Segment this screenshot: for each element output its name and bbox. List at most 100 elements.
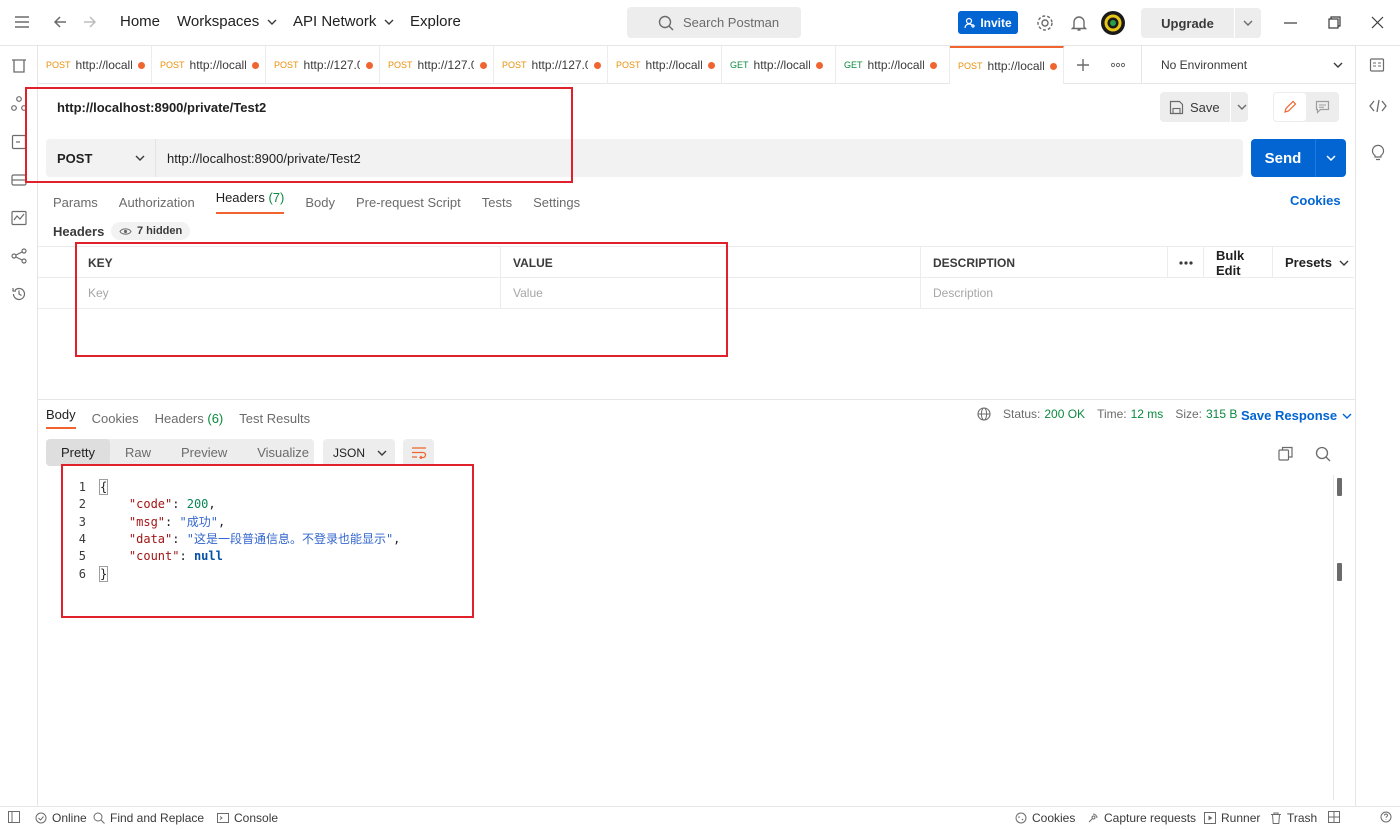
back-arrow-icon[interactable] xyxy=(53,15,67,29)
scrollbar-thumb[interactable] xyxy=(1337,478,1342,496)
avatar[interactable] xyxy=(1101,11,1125,35)
format-type-select[interactable]: JSON xyxy=(323,439,395,466)
close-icon[interactable] xyxy=(1371,16,1384,29)
upgrade-button[interactable]: Upgrade xyxy=(1141,8,1261,38)
tab-url: http://127.0 xyxy=(531,58,588,72)
request-tab[interactable]: POST http://localh xyxy=(608,46,722,84)
history-icon[interactable] xyxy=(11,286,27,302)
unsaved-dot-icon xyxy=(593,61,601,69)
gear-icon[interactable] xyxy=(1036,14,1054,32)
presets-dropdown[interactable]: Presets xyxy=(1273,247,1354,278)
request-tab[interactable]: POST http://localh xyxy=(38,46,152,84)
status-value[interactable]: 200 OK xyxy=(1044,407,1085,421)
tab-url: http://localhc xyxy=(753,58,810,72)
runner-button[interactable]: Runner xyxy=(1204,811,1260,825)
presets-label: Presets xyxy=(1285,255,1332,270)
environment-quick-look-icon[interactable] xyxy=(1369,57,1385,73)
online-status[interactable]: Online xyxy=(35,811,87,825)
tab-authorization[interactable]: Authorization xyxy=(119,195,195,210)
tab-headers[interactable]: Headers (7) xyxy=(215,190,285,214)
cookies-link[interactable]: Cookies xyxy=(1290,193,1341,208)
collections-icon[interactable] xyxy=(11,58,27,74)
tab-pre-request-script[interactable]: Pre-request Script xyxy=(356,195,461,210)
copy-icon[interactable] xyxy=(1278,446,1293,461)
format-pretty[interactable]: Pretty xyxy=(46,439,110,466)
header-description-input[interactable]: Description xyxy=(921,277,1354,308)
tab-body[interactable]: Body xyxy=(305,195,335,210)
request-tab[interactable]: POST http://127.0 xyxy=(380,46,494,84)
tab-params[interactable]: Params xyxy=(53,195,98,210)
trash-button[interactable]: Trash xyxy=(1270,811,1317,825)
console-label: Console xyxy=(234,811,279,825)
capture-icon xyxy=(1088,813,1098,823)
tab-tests[interactable]: Tests xyxy=(482,195,512,210)
flows-icon[interactable] xyxy=(11,248,27,264)
forward-arrow-icon[interactable] xyxy=(83,15,97,29)
code-icon[interactable] xyxy=(1369,99,1387,113)
layout-toggle-icon[interactable] xyxy=(1328,811,1340,823)
chevron-down-icon[interactable] xyxy=(1237,104,1247,110)
nav-home[interactable]: Home xyxy=(120,13,160,30)
wrap-lines-button[interactable] xyxy=(403,439,434,466)
runner-icon xyxy=(1204,812,1216,824)
response-tab-cookies[interactable]: Cookies xyxy=(92,411,139,426)
more-options-icon[interactable] xyxy=(1168,247,1204,278)
edit-pencil-icon[interactable] xyxy=(1274,93,1306,121)
comments-icon[interactable] xyxy=(1306,93,1338,121)
time-label: Time: xyxy=(1097,407,1127,421)
lightbulb-icon[interactable] xyxy=(1370,143,1386,161)
new-tab-plus-icon[interactable] xyxy=(1076,58,1090,72)
response-tab-test-results[interactable]: Test Results xyxy=(239,411,310,426)
send-button[interactable]: Send xyxy=(1251,139,1346,177)
scrollbar-thumb[interactable] xyxy=(1337,563,1342,581)
format-visualize[interactable]: Visualize xyxy=(242,439,324,466)
status-label: Status: xyxy=(1003,407,1041,421)
console-button[interactable]: Console xyxy=(217,811,278,825)
request-tab[interactable]: GET http://localhc xyxy=(836,46,950,84)
nav-api-network[interactable]: API Network xyxy=(293,13,394,30)
request-tab[interactable]: POST http://127.0 xyxy=(266,46,380,84)
monitors-icon[interactable] xyxy=(11,210,27,226)
invite-button[interactable]: Invite xyxy=(958,11,1018,34)
nav-workspaces[interactable]: Workspaces xyxy=(177,13,277,30)
request-tab[interactable]: GET http://localhc xyxy=(722,46,836,84)
hidden-headers-toggle[interactable]: 7 hidden xyxy=(111,222,191,240)
request-tab[interactable]: POST http://127.0 xyxy=(494,46,608,84)
search-bar[interactable]: Search Postman xyxy=(627,7,801,38)
toggle-sidebar-icon[interactable] xyxy=(8,811,20,823)
unsaved-dot-icon xyxy=(479,61,487,69)
unsaved-dot-icon xyxy=(815,61,823,69)
request-tab-active[interactable]: POST http://localh xyxy=(950,46,1064,84)
help-icon[interactable] xyxy=(1380,811,1392,823)
globe-icon[interactable] xyxy=(977,407,991,421)
response-divider[interactable] xyxy=(38,399,1355,400)
unsaved-dot-icon xyxy=(1049,62,1057,70)
save-response-button[interactable]: Save Response xyxy=(1241,408,1352,423)
tab-url: http://localh xyxy=(189,58,246,72)
more-tabs-icon[interactable] xyxy=(1111,62,1125,68)
response-tab-headers[interactable]: Headers (6) xyxy=(155,411,224,426)
format-raw[interactable]: Raw xyxy=(110,439,166,466)
capture-requests-button[interactable]: Capture requests xyxy=(1087,811,1196,825)
time-value[interactable]: 12 ms xyxy=(1131,407,1164,421)
search-response-icon[interactable] xyxy=(1315,446,1331,462)
nav-explore[interactable]: Explore xyxy=(410,13,461,30)
menu-icon[interactable] xyxy=(14,15,30,29)
cookies-button[interactable]: Cookies xyxy=(1015,811,1075,825)
tab-settings[interactable]: Settings xyxy=(533,195,580,210)
console-icon xyxy=(217,813,229,823)
format-preview[interactable]: Preview xyxy=(166,439,242,466)
find-replace-button[interactable]: Find and Replace xyxy=(93,811,204,825)
request-tab[interactable]: POST http://localh xyxy=(152,46,266,84)
trash-label: Trash xyxy=(1287,811,1318,825)
bulk-edit-button[interactable]: Bulk Edit xyxy=(1204,247,1273,278)
response-tab-body[interactable]: Body xyxy=(46,407,76,429)
save-button[interactable]: Save xyxy=(1160,92,1248,122)
size-value[interactable]: 315 B xyxy=(1206,407,1237,421)
environment-selector[interactable]: No Environment xyxy=(1141,46,1355,84)
restore-icon[interactable] xyxy=(1328,16,1341,29)
chevron-down-icon[interactable] xyxy=(1243,20,1253,26)
minimize-icon[interactable] xyxy=(1284,22,1297,24)
chevron-down-icon[interactable] xyxy=(1326,155,1336,161)
bell-icon[interactable] xyxy=(1071,14,1087,32)
